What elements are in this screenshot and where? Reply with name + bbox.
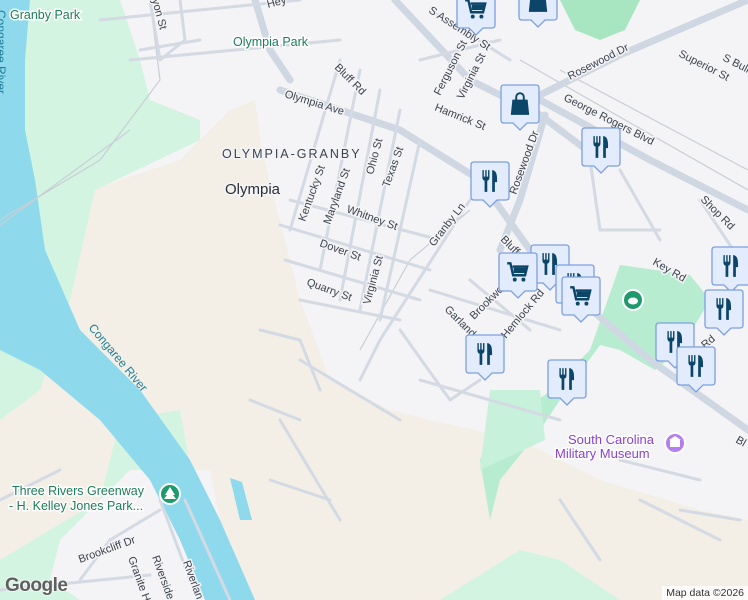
park-label-granby[interactable]: Granby Park <box>9 7 83 24</box>
shopping-cart-pin[interactable] <box>561 276 601 323</box>
park-label-olympia[interactable]: Olympia Park <box>232 34 311 51</box>
street-label-granby-ln: Granby Ln <box>427 201 468 249</box>
street-label-maryland: Maryland St <box>322 167 353 226</box>
pin-marker <box>470 161 510 208</box>
street-label-rosewood-dr: Rosewood Dr <box>566 42 631 83</box>
street-label-bl-edge: Bl <box>734 434 748 449</box>
map-attribution[interactable]: Map data ©2026 <box>662 586 748 600</box>
shopping-bag-pin[interactable] <box>500 84 540 131</box>
pin-marker <box>704 289 744 336</box>
google-logo: Google <box>5 575 68 596</box>
street-label-hamrick: Hamrick St <box>433 102 487 133</box>
pin-marker <box>711 246 748 293</box>
map-canvas[interactable]: S Assembly St Rosewood Dr Superior St S … <box>0 0 748 600</box>
pin-marker <box>465 334 505 381</box>
museum-label-line2[interactable]: Military Museum <box>554 445 652 463</box>
street-label-quarry: Quarry St <box>305 277 353 304</box>
pin-marker <box>676 346 716 393</box>
park-tree-icon[interactable] <box>159 483 181 505</box>
river-label-edge: Congaree River <box>0 10 8 94</box>
museum-icon[interactable] <box>664 432 686 454</box>
restaurant-pin[interactable] <box>470 161 510 208</box>
pin-marker <box>581 127 621 174</box>
neighborhood-label: OLYMPIA-GRANBY <box>222 147 362 161</box>
place-label-olympia: Olympia <box>225 181 281 198</box>
museum-label[interactable]: South Carolina <box>567 431 657 449</box>
restaurant-pin[interactable] <box>581 127 621 174</box>
shopping-cart-pin[interactable] <box>498 252 538 299</box>
park-label-three-rivers[interactable]: Three Rivers Greenway <box>11 483 147 500</box>
zoo-icon[interactable] <box>622 289 644 311</box>
pin-marker <box>547 359 587 406</box>
park-label-three-rivers-line2[interactable]: - H. Kelley Jones Park... <box>8 498 145 515</box>
street-label-dover: Dover St <box>318 238 362 264</box>
street-label-texas: Texas St <box>381 145 407 189</box>
restaurant-pin[interactable] <box>465 334 505 381</box>
shopping-bag-pin[interactable] <box>518 0 558 28</box>
park-area <box>560 0 640 40</box>
restaurant-pin[interactable] <box>711 246 748 293</box>
street-label-superior: Superior St <box>677 48 731 84</box>
restaurant-pin[interactable] <box>547 359 587 406</box>
shopping-bag-icon <box>527 0 549 13</box>
george-rogers-blvd-road[interactable] <box>536 96 748 214</box>
restaurant-pin[interactable] <box>704 289 744 336</box>
restaurant-pin[interactable] <box>676 346 716 393</box>
